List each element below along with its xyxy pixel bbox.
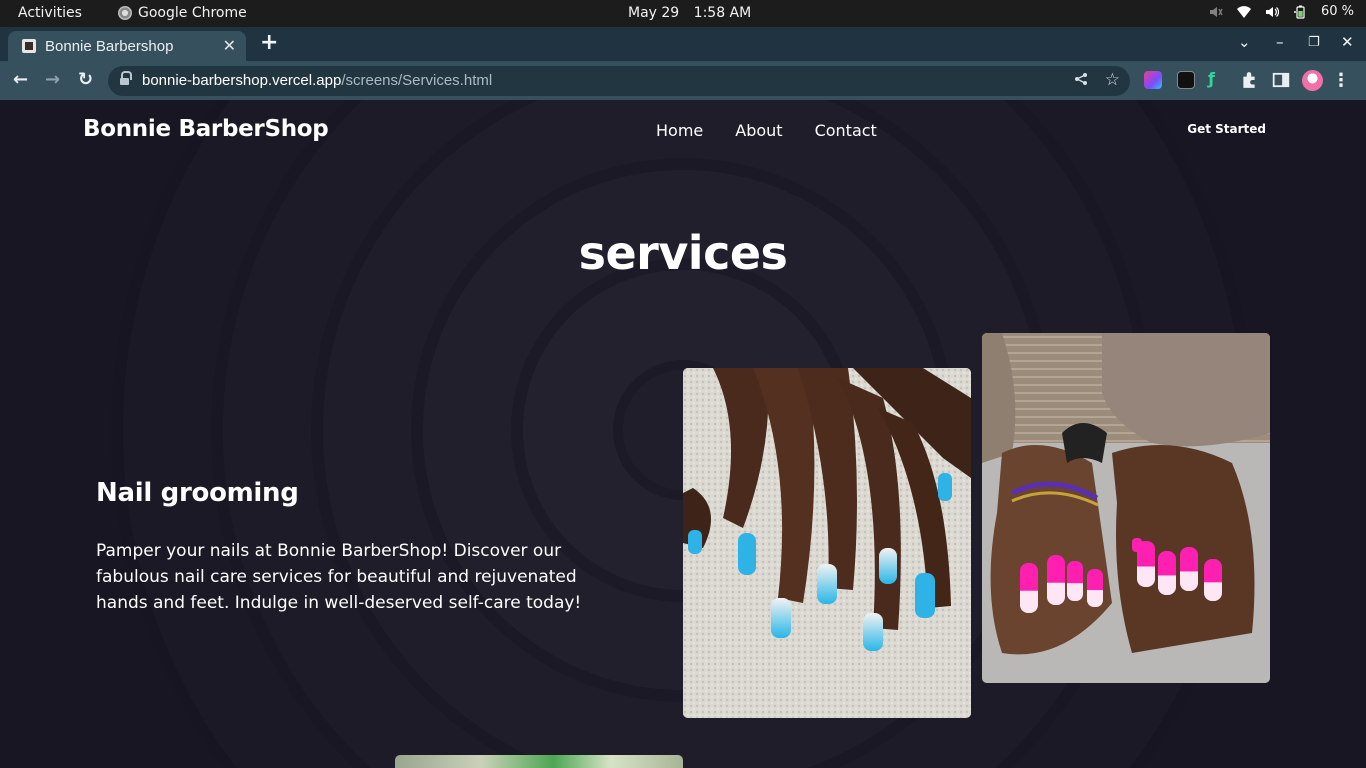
app-name: Google Chrome xyxy=(138,5,247,21)
web-page: Bonnie BarberShop Home About Contact Get… xyxy=(0,100,1366,768)
profile-avatar[interactable] xyxy=(1302,70,1323,91)
app-menu[interactable]: Google Chrome xyxy=(118,5,247,21)
nail-photo-pink xyxy=(982,333,1270,683)
url-path: /screens/Services.html xyxy=(341,72,493,89)
activities-button[interactable]: Activities xyxy=(18,5,82,21)
os-top-bar: Activities Google Chrome May 29 1:58 AM … xyxy=(0,0,1366,27)
system-tray[interactable]: 60 % xyxy=(1209,4,1354,19)
bookmark-star-icon[interactable]: ☆ xyxy=(1105,70,1120,90)
tab-close-icon[interactable]: ✕ xyxy=(223,36,236,55)
minimize-icon[interactable]: – xyxy=(1276,33,1284,51)
chrome-menu-icon[interactable]: ⋮ xyxy=(1332,70,1350,91)
tab-title: Bonnie Barbershop xyxy=(45,37,174,55)
url-text[interactable]: bonnie-barbershop.vercel.app/screens/Ser… xyxy=(142,72,492,89)
url-host: bonnie-barbershop.vercel.app xyxy=(142,72,342,89)
share-icon[interactable] xyxy=(1074,72,1088,86)
extension-2-icon[interactable] xyxy=(1177,71,1195,89)
extension-1-icon[interactable] xyxy=(1144,71,1162,89)
volume-icon xyxy=(1265,6,1279,17)
battery-percent: 60 % xyxy=(1320,4,1354,19)
close-window-icon[interactable]: ✕ xyxy=(1341,33,1354,51)
tab-search-icon[interactable]: ⌄ xyxy=(1238,33,1251,51)
lock-icon[interactable] xyxy=(120,71,132,86)
nav-about[interactable]: About xyxy=(735,121,782,140)
clock[interactable]: May 29 1:58 AM xyxy=(628,5,751,21)
side-panel-icon[interactable] xyxy=(1272,71,1290,89)
nav-contact[interactable]: Contact xyxy=(815,121,877,140)
site-brand[interactable]: Bonnie BarberShop xyxy=(83,116,329,142)
service-heading: Nail grooming xyxy=(96,478,299,508)
nail-photo-pink-illustration xyxy=(982,333,1270,683)
service-description: Pamper your nails at Bonnie BarberShop! … xyxy=(96,541,582,613)
nail-photo-blue-illustration xyxy=(683,368,971,718)
nail-photo-blue xyxy=(683,368,971,718)
tab-bonnie-barbershop[interactable]: Bonnie Barbershop ✕ xyxy=(8,31,246,61)
address-bar[interactable]: bonnie-barbershop.vercel.app/screens/Ser… xyxy=(108,66,1130,96)
reload-icon[interactable]: ↻ xyxy=(78,69,93,90)
extension-3-icon[interactable]: ƒ xyxy=(1208,69,1226,88)
forward-icon[interactable]: → xyxy=(45,69,60,90)
clock-time: 1:58 AM xyxy=(693,5,752,21)
site-favicon-icon xyxy=(22,39,36,53)
get-started-button[interactable]: Get Started xyxy=(1187,122,1266,136)
new-tab-icon[interactable]: + xyxy=(260,30,278,55)
tab-strip: Bonnie Barbershop ✕ + ⌄ – ❐ ✕ xyxy=(0,27,1366,61)
page-title: services xyxy=(578,226,788,280)
back-icon[interactable]: ← xyxy=(13,69,28,90)
restore-icon[interactable]: ❐ xyxy=(1308,35,1320,50)
browser-toolbar: ← → ↻ bonnie-barbershop.vercel.app/scree… xyxy=(0,61,1366,100)
nav-home[interactable]: Home xyxy=(656,121,703,140)
next-service-photo xyxy=(395,755,683,768)
wifi-icon xyxy=(1236,5,1251,18)
extensions-puzzle-icon[interactable] xyxy=(1240,71,1258,89)
clock-date: May 29 xyxy=(628,5,680,21)
site-nav: Home About Contact xyxy=(656,121,877,140)
chrome-icon xyxy=(118,6,132,20)
mic-muted-icon xyxy=(1209,6,1223,17)
battery-icon xyxy=(1293,5,1305,19)
